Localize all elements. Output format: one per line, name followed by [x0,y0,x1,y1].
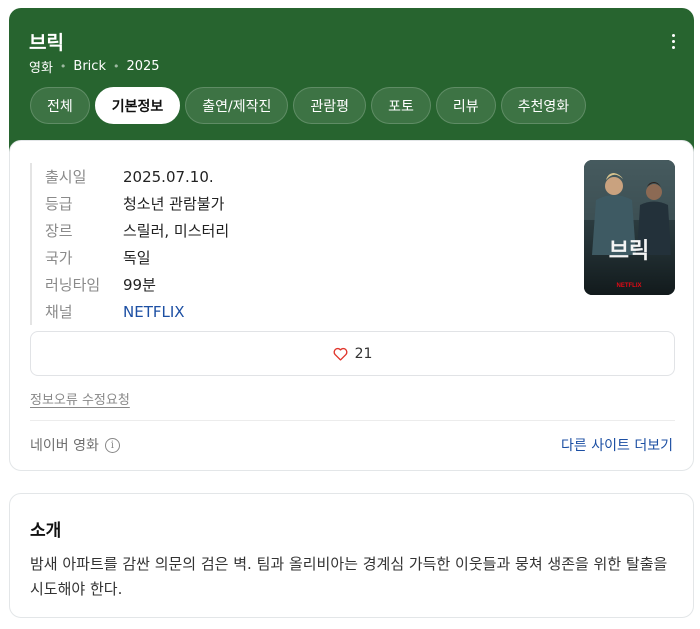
more-options-icon[interactable] [666,34,680,52]
info-row-runtime: 러닝타임 99분 [45,271,229,298]
meta-original-title: Brick [73,59,106,74]
movie-meta: 영화 • Brick • 2025 [29,57,160,76]
other-sites-link[interactable]: 다른 사이트 더보기 [561,435,673,455]
meta-separator: • [112,60,120,73]
meta-year: 2025 [126,59,160,74]
tab-recommended[interactable]: 추천영화 [500,87,587,124]
info-row-rating: 등급 청소년 관람불가 [45,190,229,217]
info-row-channel: 채널 NETFLIX [45,298,229,325]
source-attribution: 네이버 영화 i [30,435,120,455]
poster-image: 브릭 NETFLIX [584,160,675,295]
meta-separator: • [59,60,67,73]
info-value: 2025.07.10. [123,167,214,186]
info-value: 청소년 관람불가 [123,195,225,213]
info-row-country: 국가 독일 [45,244,229,271]
info-row-release: 출시일 2025.07.10. [45,163,229,190]
tab-all[interactable]: 전체 [30,87,90,124]
movie-poster[interactable]: 브릭 NETFLIX [584,160,675,295]
like-button[interactable]: 21 [30,331,675,376]
tab-basic-info[interactable]: 기본정보 [94,87,181,124]
basic-info-card: 출시일 2025.07.10. 등급 청소년 관람불가 장르 스릴러, 미스터리… [9,140,694,471]
tab-reviews[interactable]: 리뷰 [435,87,496,124]
info-label: 등급 [45,195,73,213]
poster-title-art: 브릭 [609,239,649,264]
meta-type: 영화 [29,61,53,76]
tab-cast-crew[interactable]: 출연/제작진 [185,87,289,124]
report-error-link[interactable]: 정보오류 수정요청 [30,389,130,408]
tab-photos[interactable]: 포토 [371,87,431,124]
divider [30,420,675,421]
channel-link[interactable]: NETFLIX [123,303,185,321]
movie-title[interactable]: 브릭 [29,28,64,55]
tab-ratings[interactable]: 관람평 [293,87,367,124]
intro-text: 밤새 아파트를 감싼 의문의 검은 벽. 팀과 올리비아는 경계심 가득한 이웃… [30,555,668,598]
info-list: 출시일 2025.07.10. 등급 청소년 관람불가 장르 스릴러, 미스터리… [30,163,229,325]
like-count: 21 [354,345,373,362]
intro-title: 소개 [30,521,62,541]
info-row-genre: 장르 스릴러, 미스터리 [45,217,229,244]
info-value: 99분 [123,276,156,294]
tab-bar: 전체 기본정보 출연/제작진 관람평 포토 리뷰 추천영화 [30,87,587,124]
info-label: 채널 [45,303,73,321]
heart-icon [333,347,348,361]
info-value: 스릴러, 미스터리 [123,222,230,240]
info-label: 국가 [45,249,73,267]
info-label: 출시일 [45,168,87,186]
poster-netflix-badge: NETFLIX [617,283,642,289]
info-label: 러닝타임 [45,276,101,294]
info-icon[interactable]: i [104,437,120,453]
intro-card: 소개 밤새 아파트를 감싼 의문의 검은 벽. 팀과 올리비아는 경계심 가득한… [9,493,694,618]
info-value: 독일 [123,249,151,267]
source-label: 네이버 영화 [30,438,99,454]
info-label: 장르 [45,222,73,240]
